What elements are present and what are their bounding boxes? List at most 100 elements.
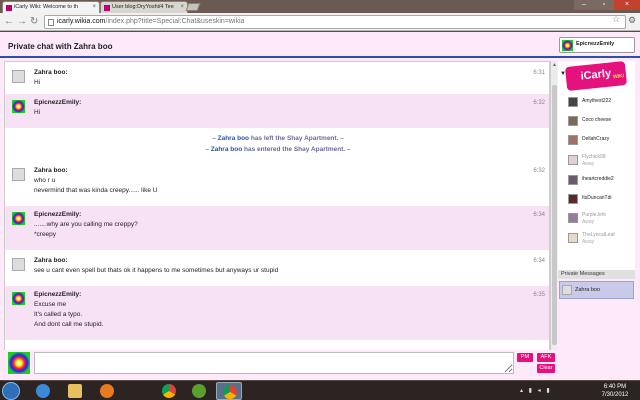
user-avatar-icon: [12, 100, 25, 113]
message-time: 6:35: [533, 292, 545, 298]
system-user[interactable]: Zahra boo: [211, 146, 242, 153]
user-list-panel: iCarly WIKI ▼ Amythest222 Coco cheese Del…: [558, 60, 635, 271]
collapse-arrow-icon[interactable]: ▼: [560, 71, 566, 77]
user-avatar-icon: [568, 213, 578, 223]
user-name: ItsDuncanTdi: [582, 195, 612, 201]
user-list-item[interactable]: TheLyricalLeaf Away: [568, 231, 634, 249]
chat-input-bar: PM AFK Clear: [4, 350, 557, 378]
close-tab-icon[interactable]: ×: [92, 4, 96, 10]
address-bar[interactable]: icarly.wikia.com/index.php?title=Special…: [44, 15, 626, 29]
minimize-button[interactable]: –: [574, 0, 594, 10]
chat-message: EpicnezzEmily: .......why are you callin…: [5, 206, 549, 250]
user-list-item[interactable]: ItsDuncanTdi: [568, 192, 634, 210]
message-text: see u cant even spell but thats ok it ha…: [34, 267, 279, 274]
scroll-up-icon[interactable]: ▲: [551, 62, 558, 69]
windows-taskbar: ▴ ▮ ◂ ▮ 6:40 PM 7/30/2012: [0, 380, 640, 400]
browser-toolbar: ← → ↻ icarly.wikia.com/index.php?title=S…: [0, 13, 640, 31]
user-list-item[interactable]: Amythest222: [568, 95, 634, 113]
internet-explorer-icon[interactable]: [30, 382, 56, 400]
message-time: 6:32: [533, 168, 545, 174]
chat-message: Zahra boo: Hi 6:31: [5, 64, 549, 92]
maximize-button[interactable]: ▫: [594, 0, 614, 10]
user-avatar-icon: [562, 40, 573, 51]
utorrent-icon[interactable]: [186, 382, 212, 400]
message-time: 6:34: [533, 258, 545, 264]
close-window-button[interactable]: ×: [614, 0, 640, 10]
taskbar-clock[interactable]: 6:40 PM 7/30/2012: [598, 383, 632, 399]
system-user[interactable]: Zahra boo: [218, 135, 249, 142]
browser-tab-user-blog[interactable]: User blog:DryYoshi/4 Tee ×: [100, 1, 188, 13]
message-author: EpicnezzEmily:: [34, 211, 82, 218]
logo-subtext: WIKI: [612, 73, 625, 81]
close-tab-icon[interactable]: ×: [180, 4, 184, 10]
pm-button[interactable]: PM: [517, 353, 533, 362]
start-button[interactable]: [2, 382, 20, 400]
private-messages-header: Private Messages: [558, 270, 635, 279]
message-text: .......why are you calling me creppy?: [34, 221, 138, 228]
message-scrollbar[interactable]: ▲ ▼: [550, 61, 557, 378]
message-author: Zahra boo:: [34, 167, 68, 174]
user-name: iheartcreddie2: [582, 176, 614, 182]
message-text: And dont call me stupid.: [34, 321, 104, 328]
clear-button[interactable]: Clear: [537, 364, 555, 373]
private-user-name: Zahra boo: [575, 287, 601, 293]
scrollbar-thumb[interactable]: [552, 85, 557, 345]
user-avatar-icon: [568, 155, 578, 165]
message-text: who r u: [34, 177, 56, 184]
tab-title: User blog:DryYoshi/4 Tee: [112, 4, 174, 10]
afk-button[interactable]: AFK: [537, 353, 555, 362]
message-text: Hi: [34, 79, 41, 86]
message-author: EpicnezzEmily:: [34, 99, 82, 106]
default-avatar-icon: [12, 168, 25, 181]
url-host: icarly.wikia.com: [57, 18, 106, 25]
clock-date: 7/30/2012: [601, 392, 629, 398]
user-avatar-icon: [568, 135, 578, 145]
forward-arrow-icon[interactable]: →: [17, 16, 27, 27]
message-text: nevermind that was kinda creepy...... li…: [34, 187, 158, 194]
wrench-menu-icon[interactable]: ⚙: [628, 15, 636, 26]
current-user-box[interactable]: EpicnezzEmily: [559, 37, 635, 53]
chrome-active-icon[interactable]: [216, 382, 242, 400]
message-text: Excuse me: [34, 301, 67, 308]
private-message-item[interactable]: Zahra boo: [559, 281, 634, 299]
user-list-item[interactable]: DellahCrazy: [568, 133, 634, 151]
user-list-item[interactable]: Flychick98 Away: [568, 153, 634, 171]
user-name: Coco cheese: [582, 117, 612, 123]
file-explorer-icon[interactable]: [62, 382, 88, 400]
user-avatar-icon: [568, 116, 578, 126]
back-arrow-icon[interactable]: ←: [4, 16, 14, 27]
browser-tab-icarly-wiki[interactable]: iCarly Wiki: Welcome to th ×: [2, 1, 100, 13]
chat-message-list[interactable]: Zahra boo: Hi 6:31 EpicnezzEmily: Hi 6:3…: [4, 61, 550, 378]
user-status: Away: [582, 219, 595, 225]
reload-icon[interactable]: ↻: [30, 16, 38, 27]
user-avatar-icon: [12, 292, 25, 305]
user-list-item[interactable]: PurpleJerk Away: [568, 211, 634, 229]
message-text: Hi: [34, 109, 41, 116]
new-tab-button[interactable]: [185, 3, 201, 11]
user-status: Away: [582, 239, 595, 245]
system-tray-icons[interactable]: ▴ ▮ ◂ ▮: [520, 387, 552, 394]
chat-message-input[interactable]: [34, 352, 514, 374]
chat-message: EpicnezzEmily: Hi 6:32: [5, 94, 549, 128]
user-avatar-icon: [568, 175, 578, 185]
default-avatar-icon: [562, 285, 572, 295]
message-time: 6:34: [533, 212, 545, 218]
chrome-icon[interactable]: [156, 382, 182, 400]
my-avatar-icon: [8, 352, 30, 374]
chat-page: Private chat with Zahra boo EpicnezzEmil…: [0, 32, 640, 380]
chat-header: Private chat with Zahra boo EpicnezzEmil…: [0, 32, 640, 58]
icarly-wiki-logo: iCarly WIKI: [564, 60, 628, 92]
user-list-item[interactable]: iheartcreddie2: [568, 173, 634, 191]
user-list-item[interactable]: Coco cheese: [568, 114, 634, 132]
message-time: 6:32: [533, 100, 545, 106]
chat-message: Zahra boo: who r u nevermind that was ki…: [5, 162, 549, 204]
message-time: 6:31: [533, 70, 545, 76]
page-title: Private chat with Zahra boo: [8, 42, 113, 51]
user-name: TheLyricalLeaf: [582, 232, 615, 238]
clock-time: 6:40 PM: [603, 384, 627, 390]
bookmark-star-icon[interactable]: ☆: [612, 14, 620, 25]
media-player-icon[interactable]: [94, 382, 120, 400]
system-text: has entered the Shay Apartment.: [243, 146, 346, 153]
user-name: Amythest222: [582, 98, 612, 104]
message-text: *creepy: [34, 231, 57, 238]
